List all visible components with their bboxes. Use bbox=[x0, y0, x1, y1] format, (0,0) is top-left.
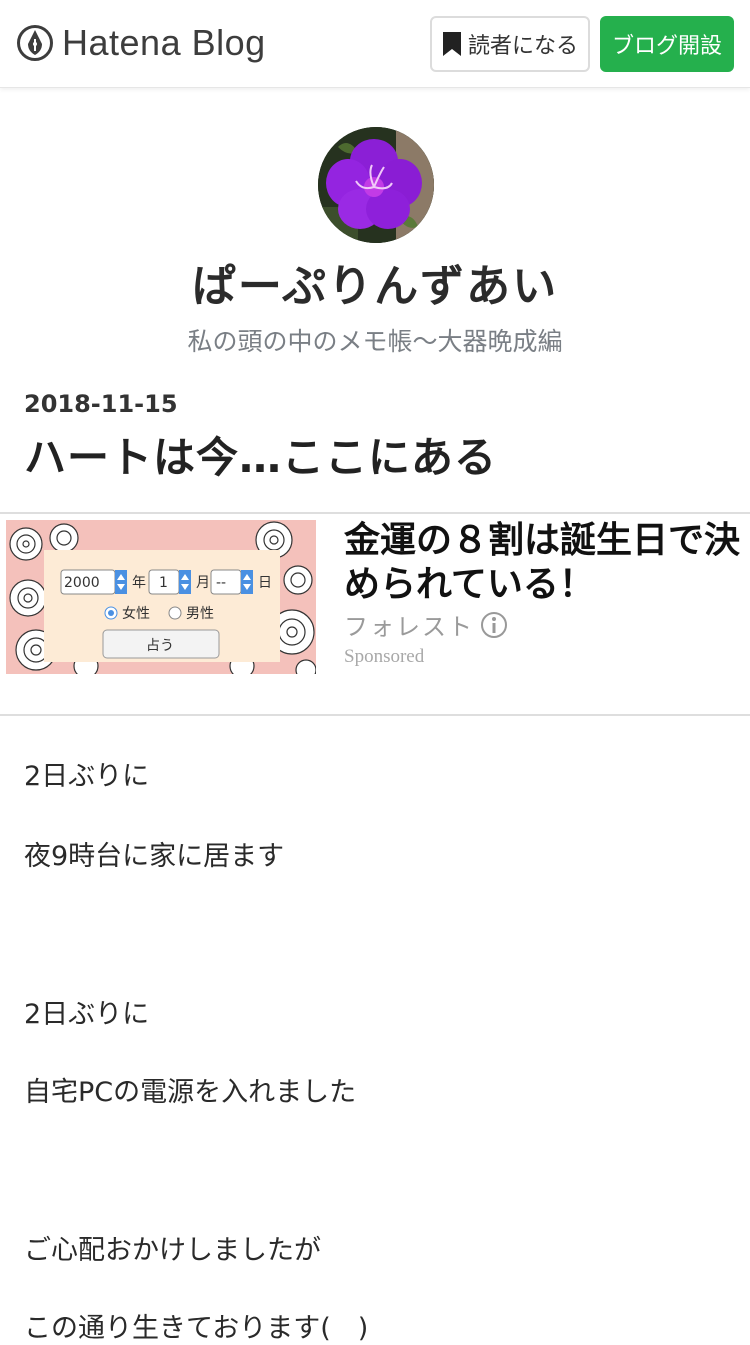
ad-image[interactable]: 2000 年 1 月 -- 日 女性 男性 占う bbox=[6, 520, 316, 674]
svg-text:女性: 女性 bbox=[122, 605, 150, 622]
site-header: Hatena Blog 読者になる ブログ開設 bbox=[0, 0, 750, 88]
blog-description: 私の頭の中のメモ帳～大器晩成編 bbox=[187, 327, 563, 356]
ad-advertiser-name: フォレスト bbox=[344, 613, 474, 641]
blog-title[interactable]: ぱーぷりんずあい bbox=[0, 250, 750, 314]
purple-flower-image bbox=[318, 127, 434, 243]
entry-paragraph: 夜9時台に家に居ます bbox=[24, 841, 285, 872]
blog-avatar[interactable] bbox=[318, 127, 434, 243]
entry-paragraph: 2日ぶりに bbox=[24, 999, 150, 1030]
entry-paragraph: 自宅PCの電源を入れました bbox=[24, 1077, 357, 1108]
floral-frame-image: 2000 年 1 月 -- 日 女性 男性 占う bbox=[6, 520, 316, 674]
open-blog-button[interactable]: ブログ開設 bbox=[600, 16, 734, 72]
divider bbox=[0, 512, 750, 514]
bookmark-icon bbox=[442, 32, 461, 56]
sponsored-label: Sponsored bbox=[344, 646, 425, 667]
open-blog-label: ブログ開設 bbox=[611, 34, 722, 59]
entry-paragraph: ご心配おかけしましたが bbox=[24, 1235, 321, 1266]
subscribe-button[interactable]: 読者になる bbox=[430, 16, 590, 72]
svg-text:占う: 占う bbox=[146, 638, 174, 654]
entry-paragraph: この通り生きております( ) bbox=[24, 1313, 369, 1344]
entry-title[interactable]: ハートは今…ここにある bbox=[24, 424, 497, 485]
sponsored-ad[interactable]: 2000 年 1 月 -- 日 女性 男性 占う 金運の８割は誕生日で決められて… bbox=[0, 515, 750, 713]
svg-text:年: 年 bbox=[132, 575, 146, 591]
ad-year-value: 2000 bbox=[64, 575, 100, 591]
subscribe-label: 読者になる bbox=[467, 34, 578, 59]
svg-text:男性: 男性 bbox=[186, 606, 214, 622]
pen-nib-icon bbox=[17, 25, 53, 61]
ad-title[interactable]: 金運の８割は誕生日で決められている！ bbox=[344, 519, 744, 607]
ad-advertiser[interactable]: フォレスト bbox=[344, 607, 508, 642]
divider bbox=[0, 714, 750, 716]
info-icon[interactable] bbox=[480, 611, 508, 639]
logo-text: Hatena Blog bbox=[62, 22, 266, 63]
svg-text:--: -- bbox=[216, 575, 226, 591]
svg-text:月: 月 bbox=[196, 575, 210, 591]
svg-text:1: 1 bbox=[159, 575, 168, 591]
svg-text:日: 日 bbox=[258, 575, 272, 591]
entry-paragraph: 2日ぶりに bbox=[24, 761, 150, 792]
entry-date[interactable]: 2018-11-15 bbox=[24, 390, 178, 418]
hatena-blog-logo[interactable]: Hatena Blog bbox=[16, 20, 266, 66]
